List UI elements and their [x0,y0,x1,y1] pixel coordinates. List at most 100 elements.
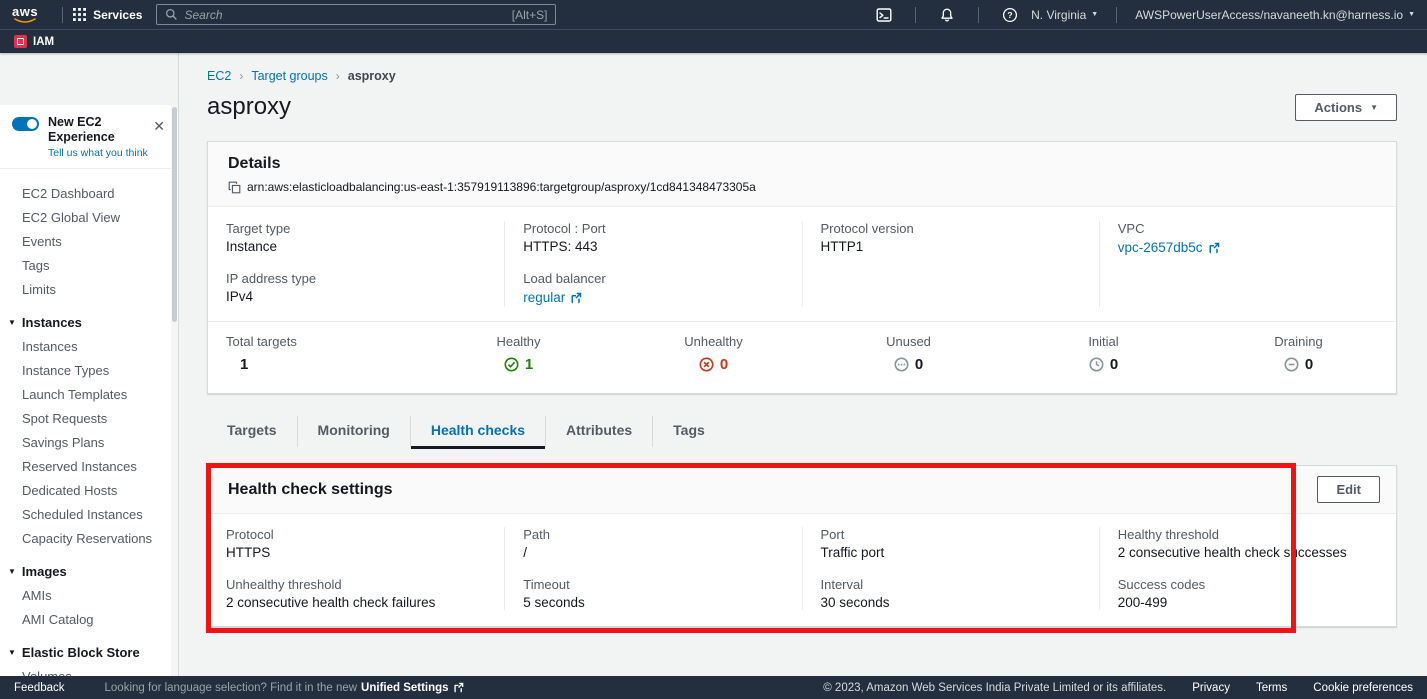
aws-logo[interactable]: aws [12,6,38,24]
external-link-icon [453,682,464,693]
breadcrumb-ec2[interactable]: EC2 [207,69,231,83]
minus-circle-icon [1284,357,1299,372]
vpc-label: VPC [1118,221,1378,236]
new-experience-toggle[interactable] [12,117,39,131]
sidebar-item-amis[interactable]: AMIs [0,583,178,607]
region-selector[interactable]: N. Virginia ▼ [1031,8,1098,22]
healthy-label: Healthy [421,334,616,349]
protocol-port-value: HTTPS: 443 [523,239,783,254]
new-experience-label: New EC2 Experience [48,115,166,145]
sidebar-scrollbar[interactable] [171,105,178,676]
top-navigation-bar: aws Services [Alt+S] [0,0,1427,29]
sidebar-item-limits[interactable]: Limits [0,277,178,301]
sidebar-item-ec2-global-view[interactable]: EC2 Global View [0,205,178,229]
sidebar-item-events[interactable]: Events [0,229,178,253]
protocol-value: HTTPS [226,545,486,560]
load-balancer-label: Load balancer [523,271,783,286]
sidebar-item-ami-catalog[interactable]: AMI Catalog [0,607,178,631]
favorite-iam[interactable]: IAM [14,35,54,48]
ellipsis-circle-icon [894,357,909,372]
sidebar-item-instances[interactable]: Instances [0,334,178,358]
unused-label: Unused [811,334,1006,349]
caret-down-icon: ▼ [1370,103,1378,112]
sidebar-item-spot-requests[interactable]: Spot Requests [0,406,178,430]
bell-icon [939,7,955,23]
iam-icon [14,35,27,48]
sidebar-item-savings-plans[interactable]: Savings Plans [0,430,178,454]
favorites-bar: IAM [0,29,1427,53]
breadcrumb: EC2 › Target groups › asproxy [207,69,1397,83]
unhealthy-label: Unhealthy [616,334,811,349]
tab-tags[interactable]: Tags [652,416,725,447]
notifications-button[interactable] [934,4,960,26]
sidebar-item-scheduled-instances[interactable]: Scheduled Instances [0,502,178,526]
privacy-link[interactable]: Privacy [1192,682,1230,694]
unused-value: 0 [915,356,923,373]
healthy-threshold-value: 2 consecutive health check successes [1118,545,1378,560]
scrollbar-thumb[interactable] [172,107,177,322]
tell-us-link[interactable]: Tell us what you think [48,147,166,159]
actions-button[interactable]: Actions ▼ [1295,94,1397,121]
protocol-port-label: Protocol : Port [523,221,783,236]
unified-settings-link[interactable]: Unified Settings [361,682,464,694]
breadcrumb-target-groups[interactable]: Target groups [251,69,327,83]
help-button[interactable]: ? [997,4,1023,26]
check-circle-icon [504,357,519,372]
feedback-link[interactable]: Feedback [14,682,65,694]
language-selection-text: Looking for language selection? Find it … [105,682,358,694]
cookie-preferences-link[interactable]: Cookie preferences [1313,682,1413,694]
global-search[interactable]: [Alt+S] [156,4,556,25]
clock-circle-icon [1089,357,1104,372]
unhealthy-threshold-label: Unhealthy threshold [226,577,486,592]
copyright-text: © 2023, Amazon Web Services India Privat… [823,682,1166,694]
sidebar-item-reserved-instances[interactable]: Reserved Instances [0,454,178,478]
target-group-arn: arn:aws:elasticloadbalancing:us-east-1:3… [247,180,756,194]
breadcrumb-separator-icon: › [239,69,243,83]
target-type-value: Instance [226,239,486,254]
page-title: asproxy [207,93,291,121]
sidebar-section-images[interactable]: ▼ Images [0,559,178,583]
success-codes-value: 200-499 [1118,595,1378,610]
port-label: Port [821,527,1081,542]
breadcrumb-current: asproxy [348,69,396,83]
sidebar-item-capacity-reservations[interactable]: Capacity Reservations [0,526,178,550]
sidebar-item-launch-templates[interactable]: Launch Templates [0,382,178,406]
divider [915,7,916,23]
load-balancer-link[interactable]: regular [523,290,582,305]
sidebar: New EC2 Experience Tell us what you thin… [0,53,179,676]
tab-targets[interactable]: Targets [207,416,297,447]
search-shortcut-hint: [Alt+S] [512,8,548,22]
iam-label: IAM [33,36,54,48]
search-input[interactable] [184,8,505,22]
close-icon[interactable]: ✕ [153,119,165,133]
main-content: EC2 › Target groups › asproxy asproxy Ac… [179,53,1427,676]
vpc-link[interactable]: vpc-2657db5c [1118,240,1220,255]
target-type-label: Target type [226,221,486,236]
breadcrumb-separator-icon: › [336,69,340,83]
sidebar-item-volumes[interactable]: Volumes [0,664,178,676]
terms-link[interactable]: Terms [1256,682,1287,694]
services-menu-button[interactable]: Services [73,8,142,22]
cloudshell-button[interactable] [871,4,897,26]
sidebar-item-instance-types[interactable]: Instance Types [0,358,178,382]
healthy-threshold-label: Healthy threshold [1118,527,1378,542]
external-link-icon [570,292,582,304]
sidebar-section-elastic-block-store[interactable]: ▼ Elastic Block Store [0,640,178,664]
unhealthy-value: 0 [720,356,728,373]
tab-monitoring[interactable]: Monitoring [297,416,410,447]
tab-attributes[interactable]: Attributes [545,416,652,447]
services-label: Services [93,8,142,22]
edit-button[interactable]: Edit [1317,476,1380,503]
ip-address-type-label: IP address type [226,271,486,286]
sidebar-section-instances[interactable]: ▼ Instances [0,310,178,334]
sidebar-item-dedicated-hosts[interactable]: Dedicated Hosts [0,478,178,502]
sidebar-item-ec2-dashboard[interactable]: EC2 Dashboard [0,181,178,205]
success-codes-label: Success codes [1118,577,1378,592]
copy-icon[interactable] [228,181,241,194]
sidebar-item-tags[interactable]: Tags [0,253,178,277]
health-check-title: Health check settings [228,481,393,499]
target-health-summary: Total targets 1 Healthy 1 [208,321,1396,393]
timeout-label: Timeout [523,577,783,592]
account-menu[interactable]: AWSPowerUserAccess/navaneeth.kn@harness.… [1135,8,1415,22]
tab-health-checks[interactable]: Health checks [410,416,545,447]
